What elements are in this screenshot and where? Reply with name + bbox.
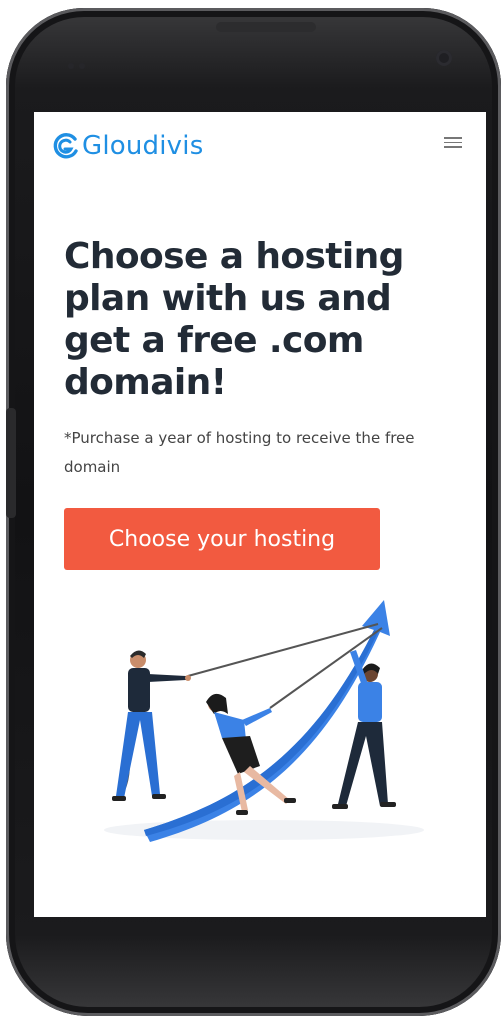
- hero-subtitle: *Purchase a year of hosting to receive t…: [64, 429, 415, 476]
- logo-text: Gloudivis: [82, 131, 204, 161]
- phone-earpiece: [216, 22, 316, 32]
- phone-screen: Gloudivis Choose a hosting plan with us …: [34, 112, 486, 917]
- choose-hosting-button[interactable]: Choose your hosting: [64, 508, 380, 570]
- phone-camera: [436, 50, 452, 66]
- phone-side-button: [6, 408, 16, 518]
- phone-sensors: [68, 54, 98, 69]
- team-pulling-growth-arrow-illustration: [104, 600, 424, 842]
- man-pushing-figure: [332, 650, 396, 809]
- man-pulling-figure: [112, 650, 191, 801]
- hamburger-menu-icon[interactable]: [440, 134, 466, 154]
- site-header: Gloudivis: [34, 112, 486, 182]
- hero-title: Choose a hosting plan with us and get a …: [64, 236, 404, 403]
- logo-mark-icon: [53, 133, 78, 159]
- logo[interactable]: Gloudivis: [50, 128, 203, 164]
- growth-arrow-icon: [144, 600, 390, 842]
